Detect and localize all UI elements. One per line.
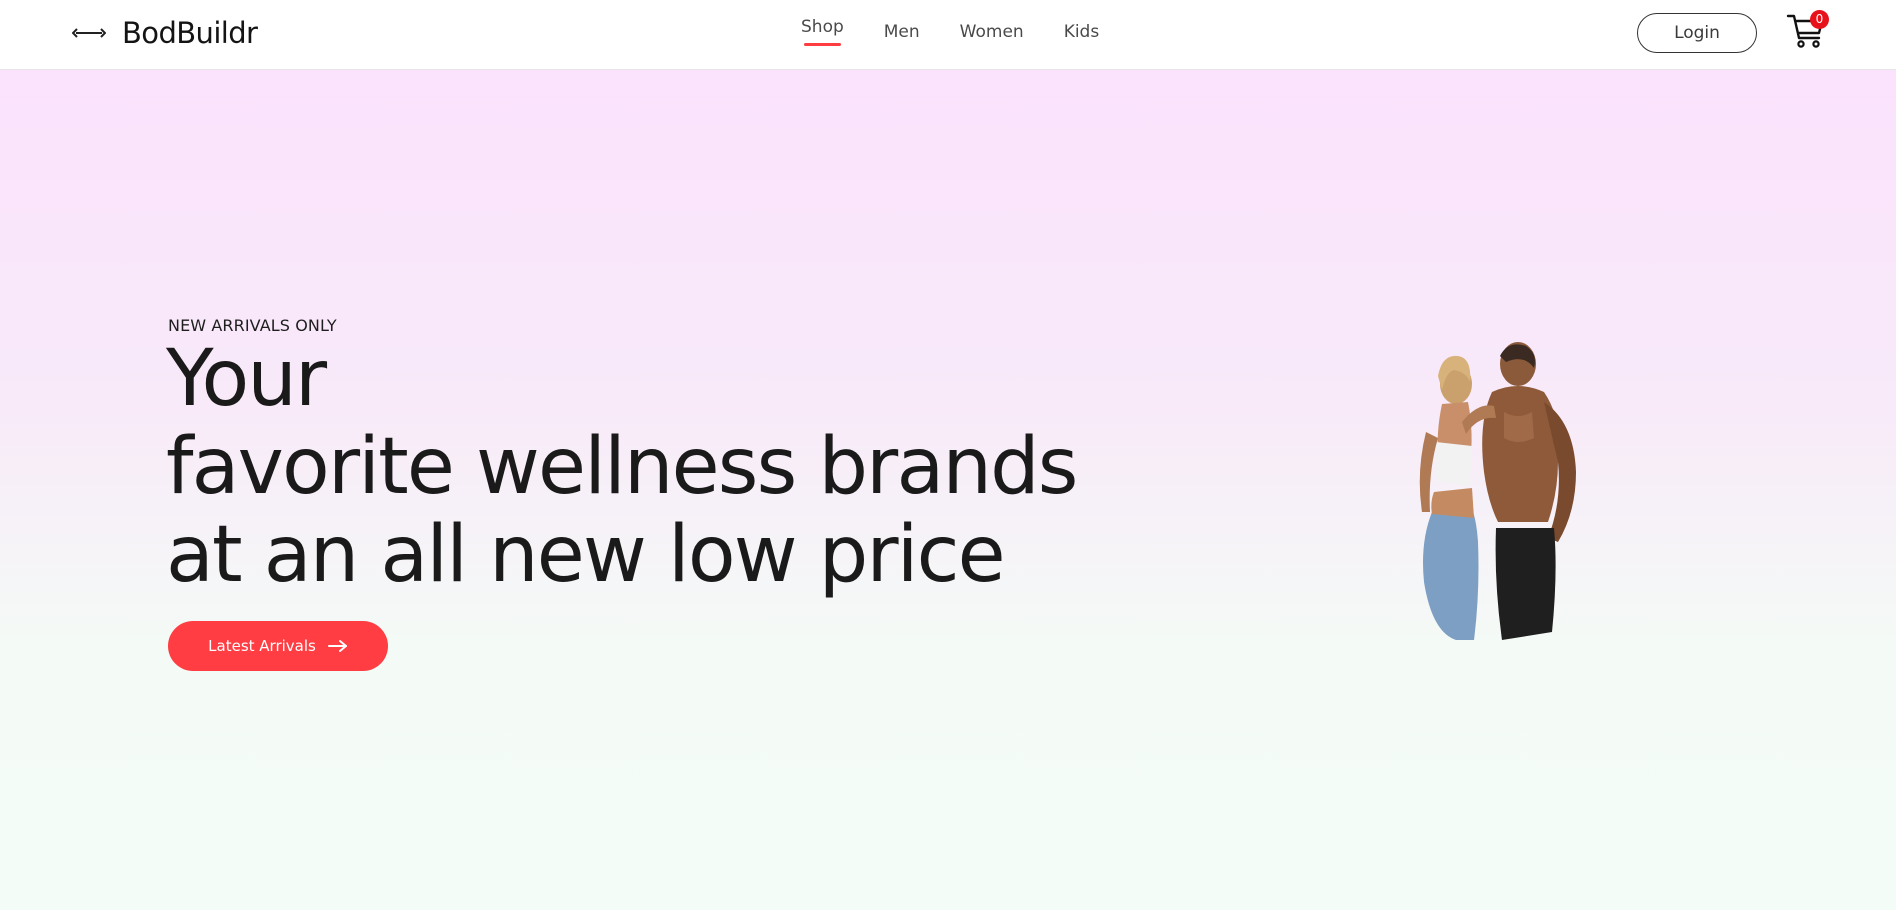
hero-section: NEW ARRIVALS ONLY Your favorite wellness… — [0, 70, 1896, 910]
latest-arrivals-button[interactable]: Latest Arrivals — [168, 621, 388, 671]
headline-line-3: at an all new low price — [166, 510, 1006, 600]
hero-eyebrow: NEW ARRIVALS ONLY — [168, 316, 337, 335]
cart-count-badge: 0 — [1810, 10, 1829, 29]
top-navbar: BodBuildr Shop Men Women Kids Login 0 — [0, 0, 1896, 70]
cart-button[interactable]: 0 — [1786, 10, 1832, 50]
headline-line-1: Your — [166, 334, 327, 424]
login-button[interactable]: Login — [1637, 13, 1757, 53]
arrow-right-icon — [327, 640, 347, 652]
dumbbell-icon — [72, 28, 106, 38]
main-nav: Shop Men Women Kids — [801, 15, 1100, 46]
nav-shop[interactable]: Shop — [801, 15, 844, 46]
nav-women[interactable]: Women — [960, 20, 1024, 44]
brand-name: BodBuildr — [122, 16, 258, 50]
fitness-couple-image — [1419, 342, 1576, 640]
nav-kids[interactable]: Kids — [1064, 20, 1100, 44]
hero-headline: Your favorite wellness brands at an all … — [166, 335, 1166, 599]
brand[interactable]: BodBuildr — [72, 13, 258, 53]
cta-label: Latest Arrivals — [208, 637, 316, 655]
nav-men[interactable]: Men — [884, 20, 920, 44]
headline-line-2: favorite wellness brands — [166, 422, 1078, 512]
